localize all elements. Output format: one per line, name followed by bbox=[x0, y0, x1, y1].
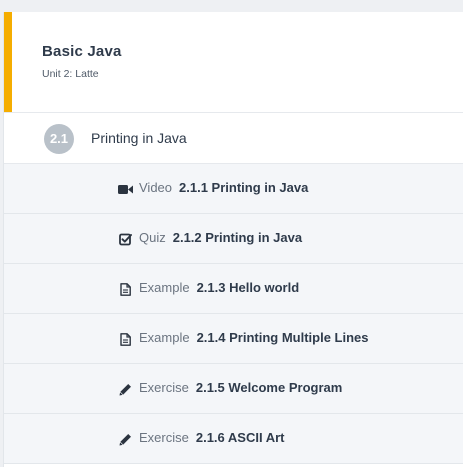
item-name: 2.1.2 Printing in Java bbox=[172, 230, 303, 245]
course-outline-frame: Basic Java Unit 2: Latte 2.1 Printing in… bbox=[0, 0, 463, 467]
lesson-item-text: Quiz 2.1.2 Printing in Java bbox=[139, 230, 463, 245]
unit-accent-bar bbox=[4, 12, 12, 112]
lesson-item-text: Exercise 2.1.5 Welcome Program bbox=[139, 380, 463, 395]
lesson-title: Printing in Java bbox=[91, 130, 187, 146]
lesson-item[interactable]: Example 2.1.4 Printing Multiple Lines bbox=[4, 314, 463, 364]
lesson-item[interactable]: Example 2.1.3 Hello world bbox=[4, 264, 463, 314]
item-type-label: Example bbox=[139, 280, 190, 295]
lesson-row[interactable]: 2.1 Printing in Java bbox=[4, 113, 463, 164]
item-name: 2.1.3 Hello world bbox=[196, 280, 300, 295]
lesson-item-text: Example 2.1.4 Printing Multiple Lines bbox=[139, 330, 463, 345]
lesson-number-badge: 2.1 bbox=[44, 124, 74, 154]
item-type-label: Exercise bbox=[139, 430, 189, 445]
item-name: 2.1.4 Printing Multiple Lines bbox=[196, 330, 369, 345]
item-type-label: Example bbox=[139, 330, 190, 345]
course-outline-panel: Basic Java Unit 2: Latte 2.1 Printing in… bbox=[3, 12, 463, 467]
pencil-icon bbox=[117, 381, 133, 397]
lesson-item-text: Example 2.1.3 Hello world bbox=[139, 280, 463, 295]
unit-subtitle: Unit 2: Latte bbox=[42, 68, 99, 80]
lesson-item[interactable]: Exercise 2.1.6 ASCII Art bbox=[4, 414, 463, 464]
item-type-label: Video bbox=[139, 180, 173, 195]
item-type-label: Quiz bbox=[139, 230, 166, 245]
video-camera-icon bbox=[117, 181, 133, 197]
item-name: 2.1.1 Printing in Java bbox=[179, 180, 309, 195]
lesson-item[interactable]: Quiz 2.1.2 Printing in Java bbox=[4, 214, 463, 264]
unit-title: Basic Java bbox=[42, 43, 122, 60]
unit-header[interactable]: Basic Java Unit 2: Latte bbox=[4, 12, 463, 113]
lesson-item-text: Exercise 2.1.6 ASCII Art bbox=[139, 430, 463, 445]
document-icon bbox=[117, 281, 133, 297]
lesson-items-list: Video 2.1.1 Printing in Java Quiz 2.1.2 Pr… bbox=[4, 164, 463, 464]
checkbox-icon bbox=[117, 231, 133, 247]
item-type-label: Exercise bbox=[139, 380, 189, 395]
item-name: 2.1.6 ASCII Art bbox=[195, 430, 285, 445]
lesson-item[interactable]: Exercise 2.1.5 Welcome Program bbox=[4, 364, 463, 414]
item-name: 2.1.5 Welcome Program bbox=[195, 380, 343, 395]
lesson-item-text: Video 2.1.1 Printing in Java bbox=[139, 180, 463, 195]
pencil-icon bbox=[117, 431, 133, 447]
lesson-item[interactable]: Video 2.1.1 Printing in Java bbox=[4, 164, 463, 214]
document-icon bbox=[117, 331, 133, 347]
